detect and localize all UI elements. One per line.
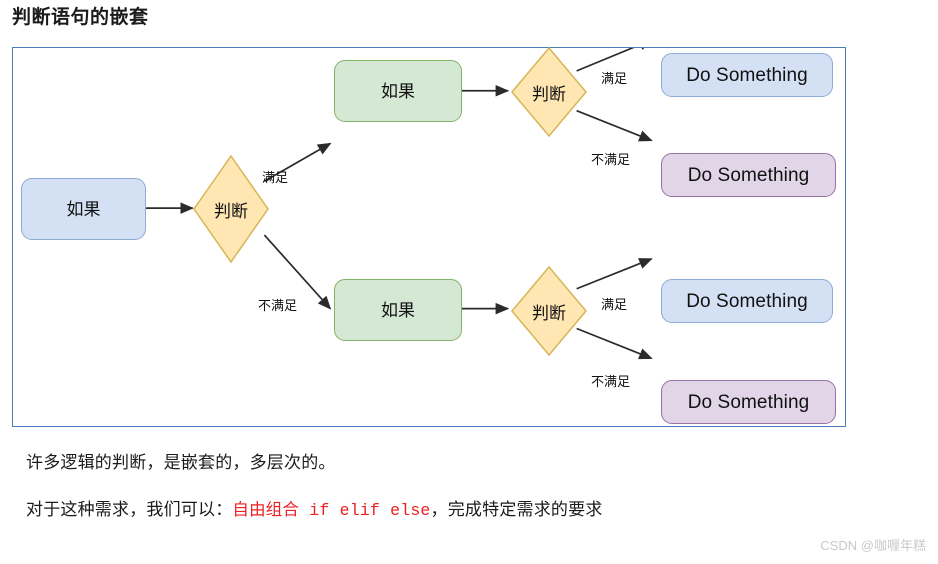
paragraph-usage-code: 自由组合 if elif else xyxy=(232,501,431,520)
node-decision-2[interactable]: 判断 xyxy=(511,47,587,137)
edge-label-satisfied-2: 满足 xyxy=(601,71,628,86)
node-decision-3-label: 判断 xyxy=(532,303,566,323)
node-decision-3[interactable]: 判断 xyxy=(511,266,587,356)
edge-label-satisfied-1: 满足 xyxy=(262,170,289,185)
node-do-something-3-label: Do Something xyxy=(686,290,808,312)
diagram-frame: 如果 判断 满足 不满足 如果 判断 满足 不满足 Do Something D… xyxy=(12,47,846,427)
edge-label-not-satisfied-3: 不满足 xyxy=(591,374,631,389)
node-start-if[interactable]: 如果 xyxy=(21,178,146,240)
node-do-something-1[interactable]: Do Something xyxy=(661,53,833,97)
edge-label-not-satisfied-1: 不满足 xyxy=(258,298,298,313)
node-decision-2-label: 判断 xyxy=(532,84,566,104)
node-do-something-4-label: Do Something xyxy=(687,391,810,413)
node-do-something-3[interactable]: Do Something xyxy=(661,279,833,323)
node-do-something-2[interactable]: Do Something xyxy=(661,153,836,197)
node-branch-true-if[interactable]: 如果 xyxy=(334,60,462,122)
page-title: 判断语句的嵌套 xyxy=(12,7,149,28)
paragraph-usage: 对于这种需求，我们可以：自由组合 if elif else，完成特定需求的要求 xyxy=(26,495,603,520)
node-do-something-2-label: Do Something xyxy=(687,164,810,186)
node-decision-1[interactable]: 判断 xyxy=(193,155,269,263)
csdn-watermark: CSDN @咖喱年糕 xyxy=(820,538,926,553)
edge-label-satisfied-3: 满足 xyxy=(601,297,628,312)
node-branch-false-if[interactable]: 如果 xyxy=(334,279,462,341)
node-decision-1-label: 判断 xyxy=(214,201,248,221)
edge-label-not-satisfied-2: 不满足 xyxy=(591,152,631,167)
node-branch-false-if-label: 如果 xyxy=(381,300,415,320)
paragraph-usage-prefix: 对于这种需求，我们可以： xyxy=(26,500,233,519)
node-do-something-1-label: Do Something xyxy=(686,64,808,86)
paragraph-usage-suffix: ，完成特定需求的要求 xyxy=(430,500,603,519)
node-do-something-4[interactable]: Do Something xyxy=(661,380,836,424)
paragraph-nesting-description: 许多逻辑的判断，是嵌套的，多层次的。 xyxy=(26,453,336,472)
node-start-if-label: 如果 xyxy=(66,199,101,219)
node-branch-true-if-label: 如果 xyxy=(381,81,415,101)
